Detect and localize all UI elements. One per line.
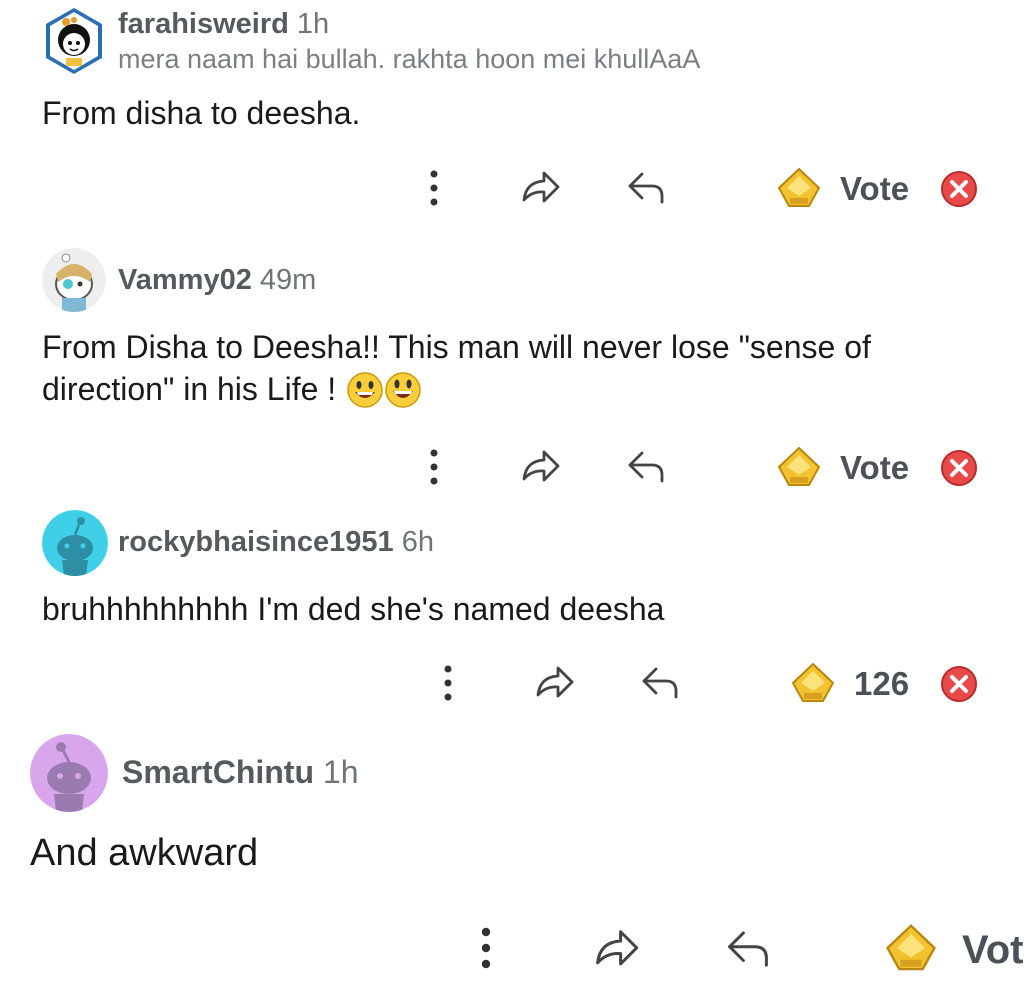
hide-button[interactable] bbox=[938, 447, 980, 489]
comment-text: And awkward bbox=[30, 832, 259, 874]
reply-icon bbox=[728, 931, 768, 967]
more-options-button[interactable] bbox=[414, 447, 454, 487]
close-circle-icon bbox=[941, 450, 977, 486]
comment-4: SmartChintu 1h And awkward Vot bbox=[0, 726, 1024, 990]
user-flair: mera naam hai bullah. rakhta hoon mei kh… bbox=[118, 44, 701, 74]
hide-button[interactable] bbox=[938, 168, 980, 210]
avatar[interactable] bbox=[42, 510, 108, 576]
comment-header: rockybhaisince1951 6h bbox=[118, 526, 434, 559]
more-options-button[interactable] bbox=[414, 168, 454, 208]
more-options-button[interactable] bbox=[464, 926, 508, 970]
vote-count: 126 bbox=[854, 665, 910, 702]
username[interactable]: Vammy02 bbox=[118, 264, 252, 296]
vote-count: Vot bbox=[962, 928, 1024, 972]
username[interactable]: rockybhaisince1951 bbox=[118, 526, 394, 558]
avatar[interactable] bbox=[44, 6, 104, 76]
reply-icon bbox=[628, 172, 664, 204]
comment-1: farahisweird 1h mera naam hai bullah. ra… bbox=[0, 0, 1024, 230]
share-icon bbox=[522, 171, 560, 203]
more-vertical-icon bbox=[481, 927, 491, 969]
comment-text-content: From Disha to Deesha!! This man will nev… bbox=[42, 329, 871, 408]
share-icon bbox=[536, 666, 574, 698]
award-button[interactable] bbox=[774, 443, 824, 491]
award-button[interactable] bbox=[882, 920, 940, 976]
reply-button[interactable] bbox=[622, 166, 670, 210]
comment-text: bruhhhhhhhhh I'm ded she's named deesha bbox=[42, 591, 665, 627]
reply-icon bbox=[642, 667, 678, 699]
more-vertical-icon bbox=[430, 170, 438, 206]
share-button[interactable] bbox=[516, 166, 564, 210]
comment-text: From Disha to Deesha!! This man will nev… bbox=[42, 326, 962, 410]
reply-icon bbox=[628, 451, 664, 483]
share-icon bbox=[596, 930, 639, 966]
award-icon bbox=[886, 924, 936, 971]
avatar[interactable] bbox=[30, 734, 108, 812]
share-icon bbox=[522, 450, 560, 482]
hide-button[interactable] bbox=[938, 663, 980, 705]
share-button[interactable] bbox=[516, 445, 564, 489]
award-button[interactable] bbox=[774, 164, 824, 212]
reply-button[interactable] bbox=[636, 661, 684, 705]
avatar[interactable] bbox=[42, 248, 106, 312]
more-options-button[interactable] bbox=[428, 663, 468, 703]
share-button[interactable] bbox=[530, 661, 578, 705]
vote-count: Vote bbox=[840, 170, 910, 207]
share-button[interactable] bbox=[588, 924, 644, 974]
grinning-emoji-icon bbox=[347, 372, 383, 408]
comment-2: Vammy02 49m From Disha to Deesha!! This … bbox=[0, 236, 1024, 506]
award-icon bbox=[791, 662, 835, 702]
close-circle-icon bbox=[941, 666, 977, 702]
username[interactable]: SmartChintu bbox=[122, 754, 314, 790]
timestamp: 1h bbox=[322, 754, 359, 790]
close-circle-icon bbox=[941, 171, 977, 207]
reply-button[interactable] bbox=[720, 924, 776, 974]
comment-text: From disha to deesha. bbox=[42, 95, 361, 131]
smiley-emoji-icon bbox=[385, 372, 421, 408]
award-icon bbox=[777, 446, 821, 486]
timestamp: 6h bbox=[401, 526, 434, 558]
comment-header: SmartChintu 1h bbox=[122, 754, 358, 791]
vote-count: Vote bbox=[840, 449, 910, 486]
award-button[interactable] bbox=[788, 659, 838, 707]
comment-3: rockybhaisince1951 6h bruhhhhhhhhh I'm d… bbox=[0, 506, 1024, 726]
username[interactable]: farahisweird bbox=[118, 8, 289, 40]
timestamp: 1h bbox=[296, 8, 330, 40]
comment-header: Vammy02 49m bbox=[118, 264, 316, 297]
award-icon bbox=[777, 167, 821, 207]
more-vertical-icon bbox=[430, 449, 438, 485]
more-vertical-icon bbox=[444, 665, 452, 701]
comment-header: farahisweird 1h bbox=[118, 8, 329, 41]
reply-button[interactable] bbox=[622, 445, 670, 489]
timestamp: 49m bbox=[259, 264, 317, 296]
